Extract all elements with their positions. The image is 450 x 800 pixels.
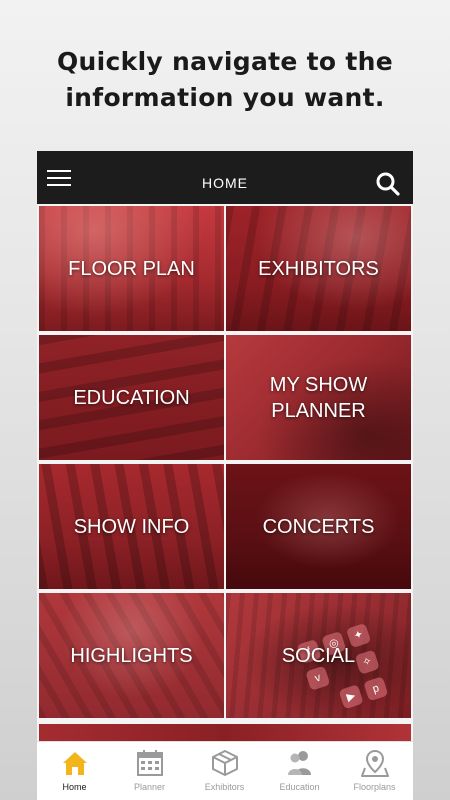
tile-label: EXHIBITORS	[258, 257, 379, 280]
tile-floor-plan[interactable]: FLOOR PLAN	[39, 206, 224, 331]
search-icon[interactable]	[375, 171, 401, 197]
tile-exhibitors[interactable]: EXHIBITORS	[226, 206, 411, 331]
tile-label: SOCIAL	[281, 644, 356, 667]
tab-floorplans[interactable]: Floorplans	[337, 742, 412, 800]
next-tile-peek	[39, 724, 411, 742]
tile-social[interactable]: f ◎ ✦ v ✧ ▶ p SOCIAL	[226, 593, 411, 718]
home-icon	[63, 752, 87, 775]
tab-label: Planner	[133, 782, 166, 792]
tab-label: Floorplans	[353, 782, 396, 792]
page-title: HOME	[202, 175, 248, 191]
tile-show-info[interactable]: SHOW INFO	[39, 464, 224, 589]
tile-education[interactable]: EDUCATION	[39, 335, 224, 460]
tab-label: Education	[279, 782, 320, 792]
tile-label: EDUCATION	[73, 386, 190, 409]
top-bar: HOME	[37, 151, 413, 204]
people-icon	[288, 751, 311, 775]
tile-label: FLOOR PLAN	[68, 257, 195, 280]
tile-label: SHOW INFO	[73, 515, 190, 538]
bottom-tab-bar: Home Planner Exhibitors Education Floorp…	[37, 741, 413, 800]
app-screen: HOME FLOOR PLAN EXHIBITORS EDUCATION MY …	[37, 151, 413, 800]
tile-concerts[interactable]: CONCERTS	[226, 464, 411, 589]
headline-line-2: information you want.	[65, 83, 385, 112]
tab-home[interactable]: Home	[37, 742, 112, 800]
pinterest-icon: p	[363, 676, 389, 702]
tab-planner[interactable]: Planner	[112, 742, 187, 800]
box-icon	[212, 750, 238, 776]
tile-label: CONCERTS	[262, 515, 375, 538]
youtube-icon: ▶	[338, 684, 364, 710]
tile-label: MY SHOW PLANNER	[269, 373, 368, 422]
tile-label: HIGHLIGHTS	[70, 644, 193, 667]
tile-my-show-planner[interactable]: MY SHOW PLANNER	[226, 335, 411, 460]
calendar-icon	[137, 750, 163, 776]
headline: Quickly navigate to the information you …	[0, 44, 450, 116]
tile-highlights[interactable]: HIGHLIGHTS	[39, 593, 224, 718]
tab-label: Home	[62, 782, 87, 792]
map-pin-icon	[361, 749, 389, 777]
vine-icon: v	[305, 665, 331, 691]
tab-exhibitors[interactable]: Exhibitors	[187, 742, 262, 800]
tab-education[interactable]: Education	[262, 742, 337, 800]
tab-label: Exhibitors	[204, 782, 245, 792]
headline-line-1: Quickly navigate to the	[57, 47, 393, 76]
